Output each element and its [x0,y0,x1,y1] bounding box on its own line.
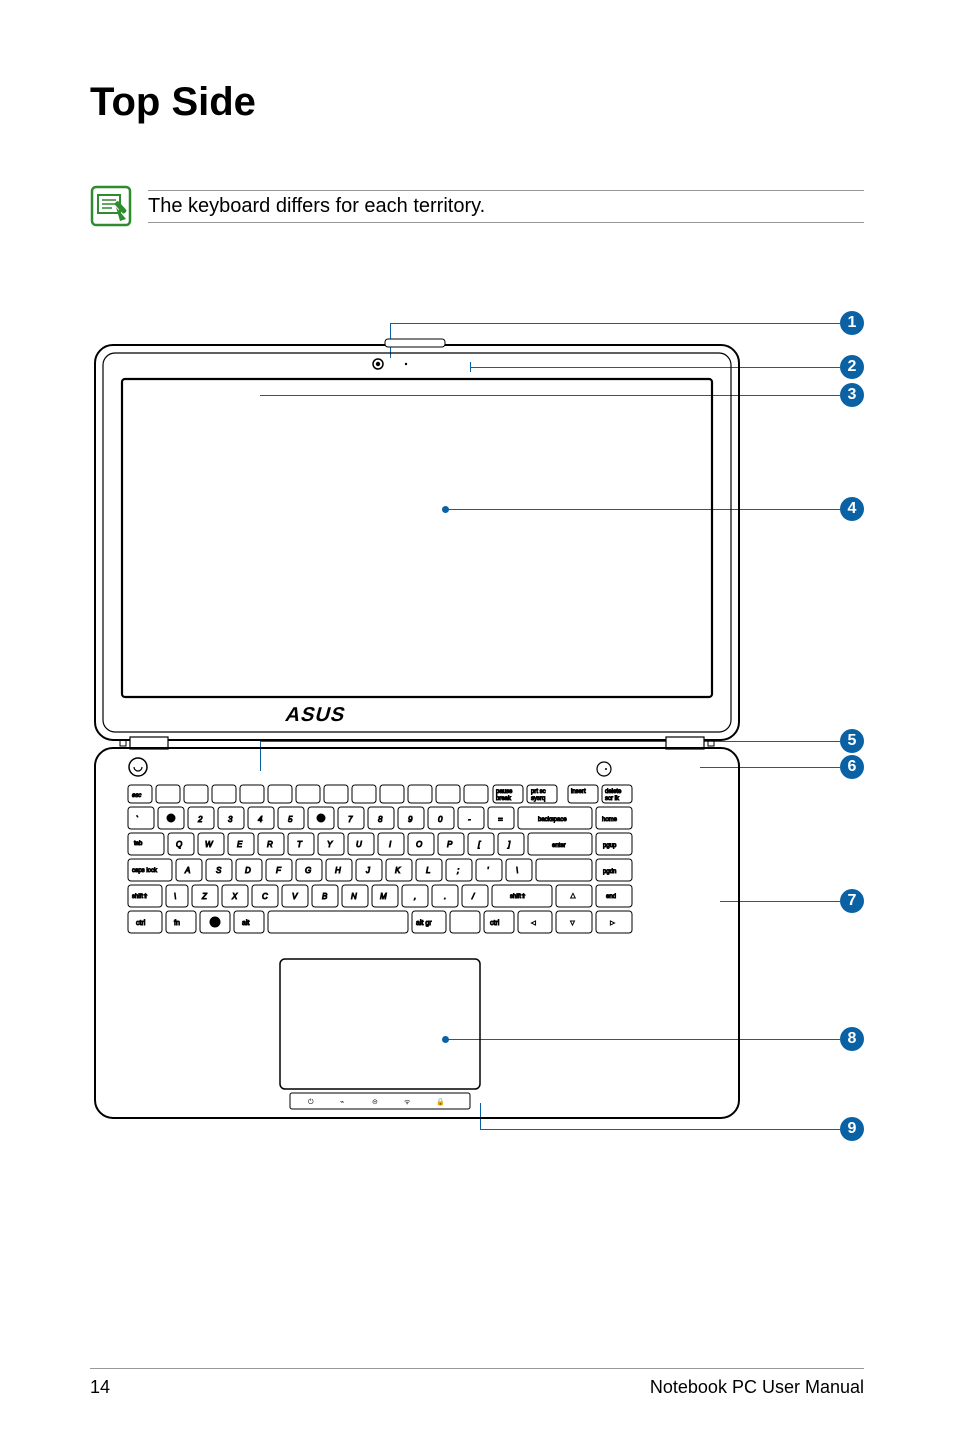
svg-text:\: \ [516,866,518,875]
svg-text:F: F [276,866,282,875]
svg-text:backspace: backspace [538,817,567,823]
svg-text:Y: Y [327,840,333,849]
svg-text:alt: alt [242,920,249,927]
svg-text:X: X [231,892,238,901]
svg-text:delete: delete [605,789,622,795]
note-text: The keyboard differs for each territory. [148,190,864,223]
svg-text:8: 8 [378,815,383,824]
svg-text:N: N [351,892,357,901]
svg-text:V: V [292,892,298,901]
svg-text:shift⇧: shift⇧ [132,893,148,900]
svg-text:Q: Q [176,840,182,849]
page-number: 14 [90,1377,110,1398]
svg-text:esc: esc [132,793,141,799]
svg-text:fn: fn [174,920,180,927]
callout-9: 9 [840,1117,864,1141]
svg-text:B: B [322,892,328,901]
svg-text:T: T [297,840,303,849]
callout-4: 4 [840,497,864,521]
svg-text:scr lk: scr lk [605,796,620,802]
callout-2: 2 [840,355,864,379]
svg-text:ᯤ: ᯤ [404,1099,411,1106]
page-heading: Top Side [90,80,864,125]
svg-text:,: , [414,892,416,901]
svg-text:4: 4 [258,815,263,824]
svg-text:🔒: 🔒 [436,1098,445,1106]
svg-text:A: A [184,866,190,875]
svg-text:`: ` [136,815,139,824]
svg-text:D: D [245,866,251,875]
svg-text:enter: enter [552,843,566,849]
callout-6: 6 [840,755,864,779]
svg-text:': ' [487,866,489,875]
svg-text:-: - [468,815,471,824]
svg-text:◄: ◄ [530,920,537,927]
svg-text:M: M [380,892,387,901]
svg-text:I: I [389,840,392,849]
callout-5: 5 [840,729,864,753]
svg-text:J: J [365,866,371,875]
svg-text:ctrl: ctrl [490,920,500,927]
note-icon [90,185,132,227]
svg-text:9: 9 [408,815,413,824]
svg-text:P: P [447,840,453,849]
svg-text:5: 5 [288,815,293,824]
svg-text:[: [ [477,840,481,849]
svg-text:3: 3 [228,815,233,824]
note-box: The keyboard differs for each territory. [90,185,864,227]
svg-text:Z: Z [201,892,208,901]
svg-text:7: 7 [348,815,353,824]
svg-text:pause: pause [496,789,513,795]
svg-text:caps lock: caps lock [132,868,158,874]
svg-text:0: 0 [438,815,443,824]
svg-text:⊝: ⊝ [372,1099,378,1106]
svg-text:;: ; [457,866,459,875]
svg-text:2: 2 [197,815,203,824]
svg-text:/: / [471,892,475,901]
laptop-diagram: 1 2 3 4 5 6 7 8 9 ASUS [90,287,864,1157]
page-footer: 14 Notebook PC User Manual [90,1368,864,1398]
svg-text:U: U [356,840,362,849]
svg-text:alt gr: alt gr [416,920,432,927]
svg-text:ctrl: ctrl [136,920,146,927]
callout-7: 7 [840,889,864,913]
callout-1: 1 [840,311,864,335]
svg-text:prt sc: prt sc [531,789,546,795]
svg-text:\: \ [174,892,176,901]
footer-doc-title: Notebook PC User Manual [650,1377,864,1398]
svg-text:break: break [496,796,512,802]
svg-text:.: . [444,892,446,901]
svg-text:sysrq: sysrq [531,796,545,802]
svg-text:G: G [305,866,311,875]
svg-text:K: K [395,866,401,875]
svg-text:]: ] [507,840,511,849]
svg-text:R: R [267,840,273,849]
svg-text:E: E [237,840,243,849]
svg-text:⌁: ⌁ [340,1099,344,1106]
svg-text:shift⇧: shift⇧ [510,893,526,900]
callout-3: 3 [840,383,864,407]
svg-text:tab: tab [134,841,143,847]
svg-text:L: L [426,866,430,875]
svg-text:▲: ▲ [569,891,577,900]
svg-text:⏻: ⏻ [308,1098,314,1106]
svg-text:S: S [216,866,222,875]
svg-text:=: = [498,815,503,824]
svg-text:C: C [262,892,268,901]
callout-8: 8 [840,1027,864,1051]
svg-text:W: W [205,840,214,849]
svg-text:pgdn: pgdn [603,869,616,875]
svg-text:home: home [602,817,618,823]
svg-text:O: O [416,840,422,849]
svg-text:►: ► [609,920,616,927]
svg-text:H: H [335,866,341,875]
svg-text:▼: ▼ [569,920,576,927]
svg-text:end: end [606,894,616,900]
svg-text:insert: insert [571,789,586,795]
svg-text:pgup: pgup [603,843,617,849]
brand-logo: ASUS [283,704,348,726]
